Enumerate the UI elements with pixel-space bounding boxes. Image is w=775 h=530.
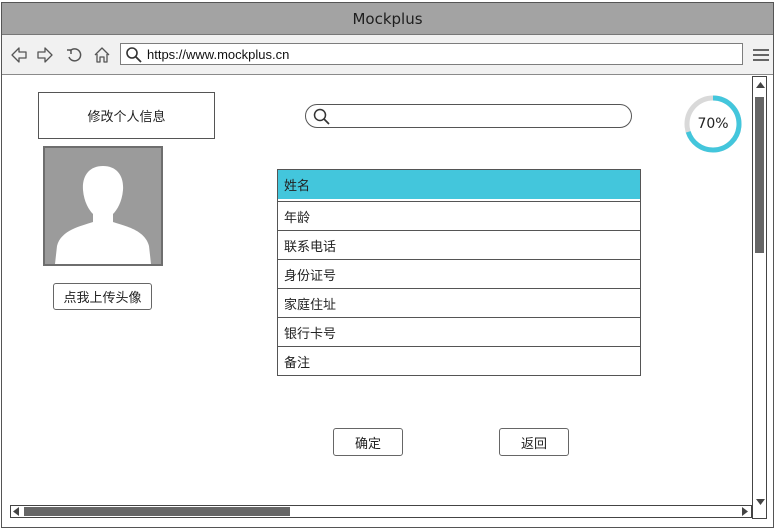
info-list: 姓名 年龄 联系电话 身份证号 家庭住址 银行卡号 备注 (277, 169, 641, 376)
triangle-right-icon (742, 507, 748, 516)
refresh-button[interactable] (63, 44, 85, 66)
triangle-up-icon (756, 82, 765, 88)
edit-profile-button[interactable]: 修改个人信息 (38, 92, 215, 139)
window-title: Mockplus (2, 3, 773, 35)
list-item[interactable]: 银行卡号 (278, 317, 640, 346)
menu-button[interactable] (751, 45, 771, 65)
list-item[interactable]: 联系电话 (278, 230, 640, 259)
arrow-right-icon (37, 47, 53, 63)
search-box[interactable] (305, 104, 632, 128)
url-input[interactable] (147, 45, 737, 63)
scroll-right-button[interactable] (739, 506, 750, 521)
horizontal-scroll-thumb[interactable] (24, 507, 290, 516)
scroll-down-button[interactable] (755, 496, 766, 511)
search-icon (126, 47, 142, 63)
arrow-left-icon (11, 47, 27, 63)
scroll-up-button[interactable] (755, 80, 766, 95)
home-button[interactable] (91, 44, 113, 66)
hamburger-menu-icon (753, 49, 769, 61)
list-item[interactable]: 家庭住址 (278, 288, 640, 317)
search-input[interactable] (336, 107, 621, 125)
vertical-scroll-thumb[interactable] (755, 97, 764, 253)
avatar (43, 146, 163, 266)
list-item[interactable]: 备注 (278, 346, 640, 375)
list-divider (278, 199, 640, 201)
refresh-icon (67, 48, 82, 62)
triangle-down-icon (756, 499, 765, 505)
user-silhouette-icon (55, 166, 151, 264)
confirm-button[interactable]: 确定 (333, 428, 403, 456)
address-bar[interactable] (120, 43, 743, 65)
list-item[interactable]: 年龄 (278, 201, 640, 230)
scroll-left-button[interactable] (11, 506, 22, 521)
forward-button[interactable] (34, 44, 56, 66)
back-page-button[interactable]: 返回 (499, 428, 569, 456)
back-button[interactable] (8, 44, 30, 66)
list-item[interactable]: 身份证号 (278, 259, 640, 288)
list-item[interactable]: 姓名 (278, 170, 640, 199)
home-icon (94, 47, 110, 63)
upload-avatar-button[interactable]: 点我上传头像 (53, 283, 152, 310)
search-icon (313, 108, 330, 125)
progress-label: 70% (697, 116, 729, 132)
triangle-left-icon (13, 507, 19, 516)
